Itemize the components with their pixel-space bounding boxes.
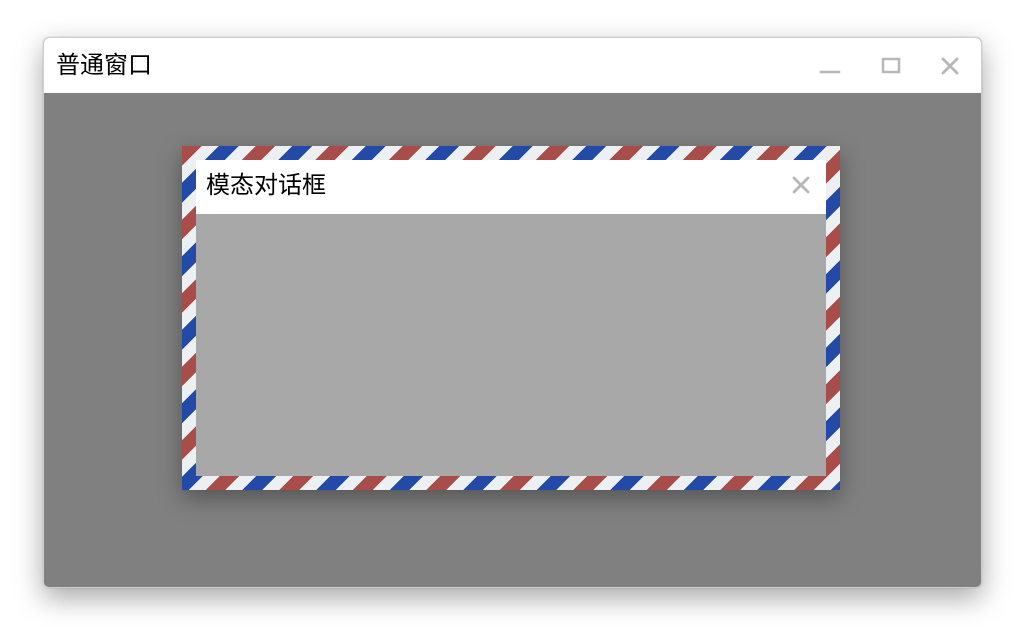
modal-content: 模态对话框 (196, 160, 826, 476)
window-close-button[interactable] (936, 52, 964, 80)
window-titlebar[interactable]: 普通窗口 (44, 38, 981, 93)
modal-dialog: 模态对话框 (182, 146, 840, 490)
screen: 普通窗口 模态对话框 (0, 0, 1022, 628)
modal-title: 模态对话框 (206, 171, 326, 199)
maximize-button[interactable] (877, 52, 905, 80)
window-title: 普通窗口 (56, 51, 152, 79)
modal-close-button[interactable] (788, 174, 814, 200)
minimize-icon (818, 54, 842, 78)
modal-body (196, 214, 826, 476)
close-icon (789, 173, 813, 201)
minimize-button[interactable] (816, 52, 844, 80)
maximize-icon (879, 54, 903, 78)
close-icon (938, 54, 962, 78)
modal-titlebar[interactable]: 模态对话框 (196, 160, 826, 214)
